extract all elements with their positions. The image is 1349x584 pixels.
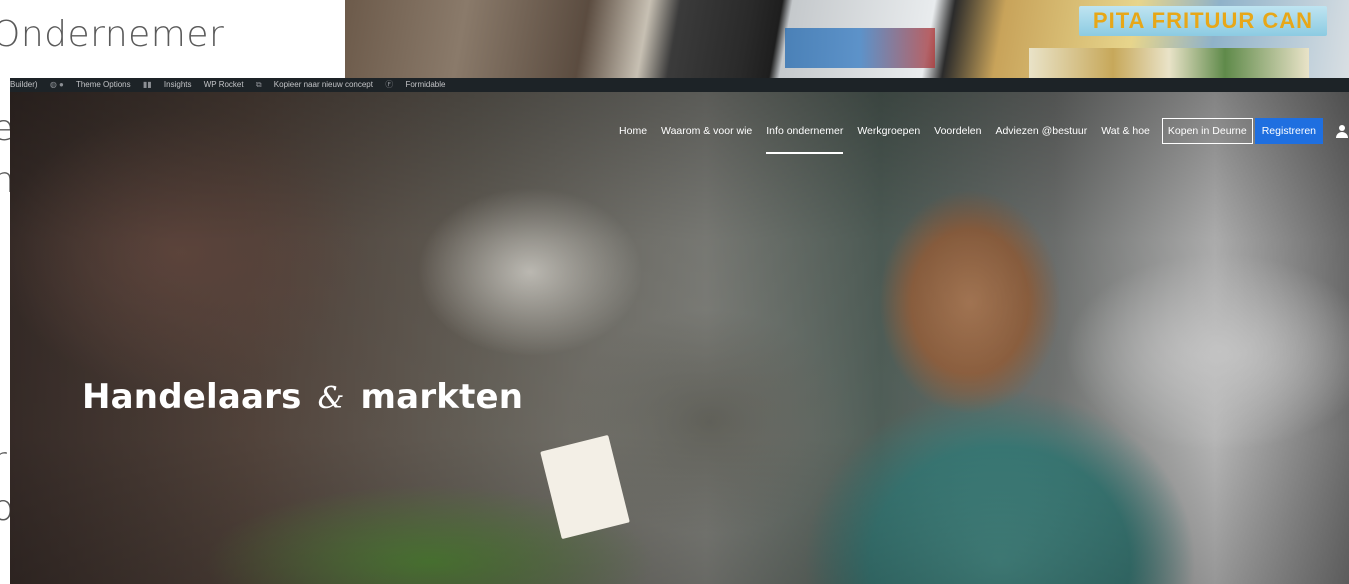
- nav-item-waarom-voor-wie[interactable]: Waarom & voor wie: [661, 118, 752, 144]
- background-heading-ondernemer: Ondernemer: [0, 14, 225, 55]
- nav-item-home[interactable]: Home: [619, 118, 647, 144]
- hero-title-part2: markten: [360, 376, 524, 417]
- hero-overlay: [10, 92, 1349, 584]
- user-icon[interactable]: [1335, 118, 1349, 144]
- nav-item-werkgroepen[interactable]: Werkgroepen: [857, 118, 920, 144]
- wp-admin-bar: Builder) ◍ ● Theme Options ▮▮ Insights W…: [10, 78, 1349, 92]
- background-pita-sign: PITA FRITUUR CAN: [1078, 6, 1327, 36]
- website-page: Builder) ◍ ● Theme Options ▮▮ Insights W…: [10, 78, 1349, 584]
- admin-bar-item[interactable]: Insights: [164, 80, 192, 89]
- insights-icon: ▮▮: [142, 80, 152, 89]
- hero-title-part1: Handelaars: [82, 376, 302, 417]
- admin-bar-item[interactable]: Kopieer naar nieuw concept: [274, 80, 373, 89]
- nav-item-wat-hoe[interactable]: Wat & hoe: [1101, 118, 1150, 144]
- hero-title: Handelaars & markten: [82, 377, 523, 417]
- formidable-icon: Ⓕ: [385, 80, 394, 89]
- background-photo-strip: PITA FRITUUR CAN: [345, 0, 1349, 78]
- nav-item-voordelen[interactable]: Voordelen: [934, 118, 981, 144]
- admin-bar-item[interactable]: Theme Options: [76, 80, 131, 89]
- nav-item-adviezen-bestuur[interactable]: Adviezen @bestuur: [995, 118, 1087, 144]
- hero-banner: Home Waarom & voor wie Info ondernemer W…: [10, 92, 1349, 584]
- registreren-button[interactable]: Registreren: [1254, 118, 1323, 144]
- main-nav: Home Waarom & voor wie Info ondernemer W…: [605, 118, 1349, 154]
- background-text-fragment: r: [0, 440, 7, 481]
- copy-icon: ⧉: [255, 80, 262, 89]
- background-shop-sign: [785, 28, 935, 68]
- admin-bar-item[interactable]: Formidable: [405, 80, 445, 89]
- background-food-banner: [1029, 48, 1309, 78]
- kopen-in-deurne-button[interactable]: Kopen in Deurne: [1161, 118, 1253, 144]
- nav-item-info-ondernemer[interactable]: Info ondernemer: [766, 118, 844, 154]
- hero-title-ampersand: &: [317, 380, 345, 416]
- admin-bar-item[interactable]: Builder): [10, 80, 38, 89]
- admin-bar-item[interactable]: WP Rocket: [204, 80, 244, 89]
- seo-icon[interactable]: ◍ ●: [50, 80, 64, 89]
